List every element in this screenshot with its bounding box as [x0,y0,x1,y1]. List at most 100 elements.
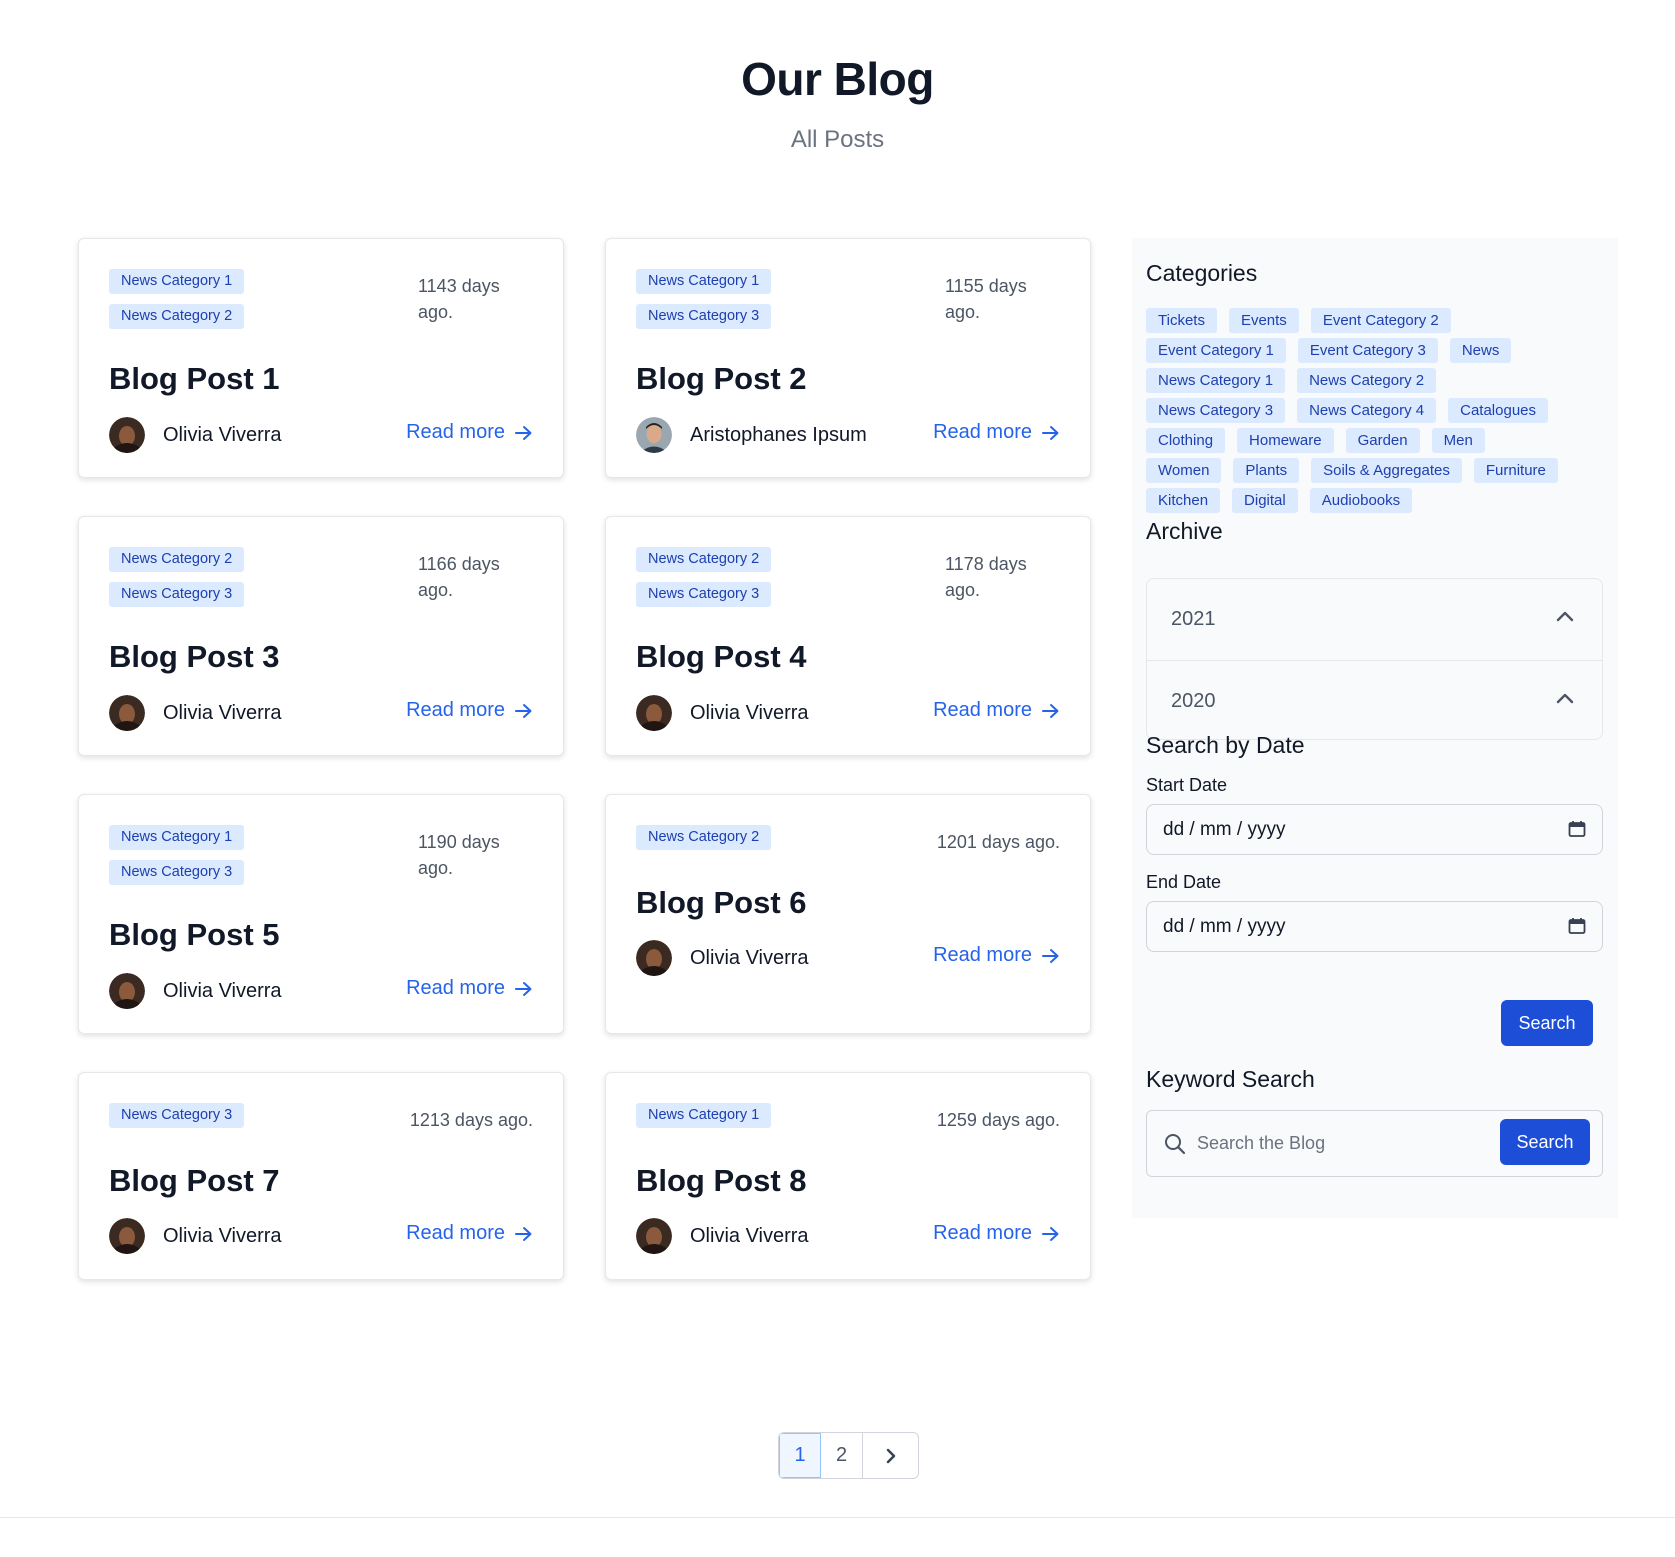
post-title[interactable]: Blog Post 5 [109,917,280,953]
author-name: Olivia Viverra [163,1224,282,1247]
end-date-field[interactable]: dd / mm / yyyy [1146,901,1603,952]
category-tag[interactable]: Events [1228,308,1299,333]
category-tag[interactable]: Kitchen [1146,488,1221,513]
category-row: News Category 1 News Category 2 [1146,368,1606,398]
post-category-tag[interactable]: News Category 1 [636,1103,772,1128]
archive-accordion: 2021 2020 [1146,578,1603,740]
read-more-link[interactable]: Read more [406,699,533,722]
post-category-tag[interactable]: News Category 2 [636,547,772,572]
next-page-button[interactable] [863,1433,918,1478]
post-category-tag[interactable]: News Category 3 [636,304,772,329]
post-title[interactable]: Blog Post 1 [109,361,280,397]
avatar [636,1218,672,1254]
arrow-right-icon [1042,703,1059,718]
category-row: News Category 3 News Category 4 Catalogues [1146,398,1606,428]
category-tag[interactable]: Tickets [1146,308,1217,333]
avatar [109,417,145,453]
arrow-right-icon [1042,1226,1059,1241]
category-tag[interactable]: Event Category 2 [1310,308,1451,333]
post-category-tag[interactable]: News Category 3 [109,1103,245,1128]
keyword-search-box[interactable]: Search the Blog Search [1146,1110,1603,1177]
post-date: 1190 days ago. [418,832,500,878]
category-tag[interactable]: News Category 1 [1146,368,1286,393]
post-category-tag[interactable]: News Category 3 [109,860,245,885]
category-tag[interactable]: Garden [1345,428,1420,453]
post-title[interactable]: Blog Post 3 [109,639,280,675]
archive-item-2020[interactable]: 2020 [1147,660,1602,739]
archive-item-2021[interactable]: 2021 [1147,579,1602,660]
post-tags: News Category 1 News Category 2 [109,269,369,339]
blog-post-card: News Category 1 News Category 3 1190 days … [78,794,564,1034]
post-category-tag[interactable]: News Category 1 [109,269,245,294]
category-tag[interactable]: Homeware [1237,428,1334,453]
arrow-right-icon [1042,425,1059,440]
author-name: Olivia Viverra [163,701,282,724]
category-row: Clothing Homeware Garden Men [1146,428,1606,458]
post-author: Olivia Viverra [109,1218,282,1254]
read-more-link[interactable]: Read more [406,421,533,444]
category-tag[interactable]: Plants [1233,458,1300,483]
post-category-tag[interactable]: News Category 3 [636,582,772,607]
footer-divider [0,1517,1675,1518]
category-tag[interactable]: Clothing [1146,428,1226,453]
post-title[interactable]: Blog Post 2 [636,361,807,397]
post-category-tag[interactable]: News Category 2 [636,825,772,850]
read-more-link[interactable]: Read more [933,421,1060,444]
avatar [636,940,672,976]
read-more-label: Read more [406,421,505,443]
post-title[interactable]: Blog Post 8 [636,1163,807,1199]
avatar [109,1218,145,1254]
category-tag[interactable]: Digital [1232,488,1298,513]
pagination: 1 2 [778,1432,919,1479]
blog-post-card: News Category 2 News Category 3 1166 days … [78,516,564,756]
category-tag[interactable]: Event Category 1 [1146,338,1286,363]
read-more-link[interactable]: Read more [406,1222,533,1245]
category-tag[interactable]: Women [1146,458,1222,483]
read-more-link[interactable]: Read more [933,944,1060,967]
arrow-right-icon [1042,948,1059,963]
categories-heading: Categories [1146,260,1258,286]
post-title[interactable]: Blog Post 7 [109,1163,280,1199]
page-2-button[interactable]: 2 [821,1433,863,1478]
read-more-link[interactable]: Read more [933,699,1060,722]
end-date-placeholder: dd / mm / yyyy [1163,915,1286,937]
category-tag[interactable]: Catalogues [1448,398,1549,423]
category-tag[interactable]: Men [1431,428,1485,453]
read-more-label: Read more [406,977,505,999]
post-author: Olivia Viverra [109,417,282,453]
calendar-icon[interactable] [1568,820,1586,838]
category-tag[interactable]: Soils & Aggregates [1311,458,1462,483]
category-tag[interactable]: Furniture [1473,458,1558,483]
category-tag[interactable]: Event Category 3 [1297,338,1438,363]
post-date: 1213 days ago. [409,1110,533,1130]
post-tags: News Category 2 [636,825,896,860]
author-name: Olivia Viverra [690,701,809,724]
post-category-tag[interactable]: News Category 2 [109,304,245,329]
post-title[interactable]: Blog Post 6 [636,885,807,921]
post-tags: News Category 1 [636,1103,896,1138]
start-date-field[interactable]: dd / mm / yyyy [1146,804,1603,855]
post-title[interactable]: Blog Post 4 [636,639,807,675]
read-more-label: Read more [933,699,1032,721]
date-search-button[interactable]: Search [1501,1000,1593,1046]
post-category-tag[interactable]: News Category 3 [109,582,245,607]
category-tag[interactable]: News Category 2 [1297,368,1437,393]
page-subtitle: All Posts [790,126,885,153]
keyword-search-input[interactable]: Search the Blog [1197,1133,1325,1154]
keyword-search-button[interactable]: Search [1500,1119,1590,1165]
blog-post-card: News Category 1 1259 days ago. Blog Post 8… [605,1072,1091,1280]
post-category-tag[interactable]: News Category 1 [636,269,772,294]
category-tag[interactable]: Audiobooks [1309,488,1413,513]
calendar-icon[interactable] [1568,917,1586,935]
avatar [109,695,145,731]
avatar [636,417,672,453]
post-category-tag[interactable]: News Category 1 [109,825,245,850]
category-tag[interactable]: News Category 3 [1146,398,1286,423]
category-tag[interactable]: News [1449,338,1512,363]
post-category-tag[interactable]: News Category 2 [109,547,245,572]
page-1-button[interactable]: 1 [779,1433,821,1478]
read-more-link[interactable]: Read more [933,1222,1060,1245]
blog-post-card: News Category 2 1201 days ago. Blog Post 6… [605,794,1091,1034]
category-tag[interactable]: News Category 4 [1297,398,1437,423]
read-more-link[interactable]: Read more [406,977,533,1000]
